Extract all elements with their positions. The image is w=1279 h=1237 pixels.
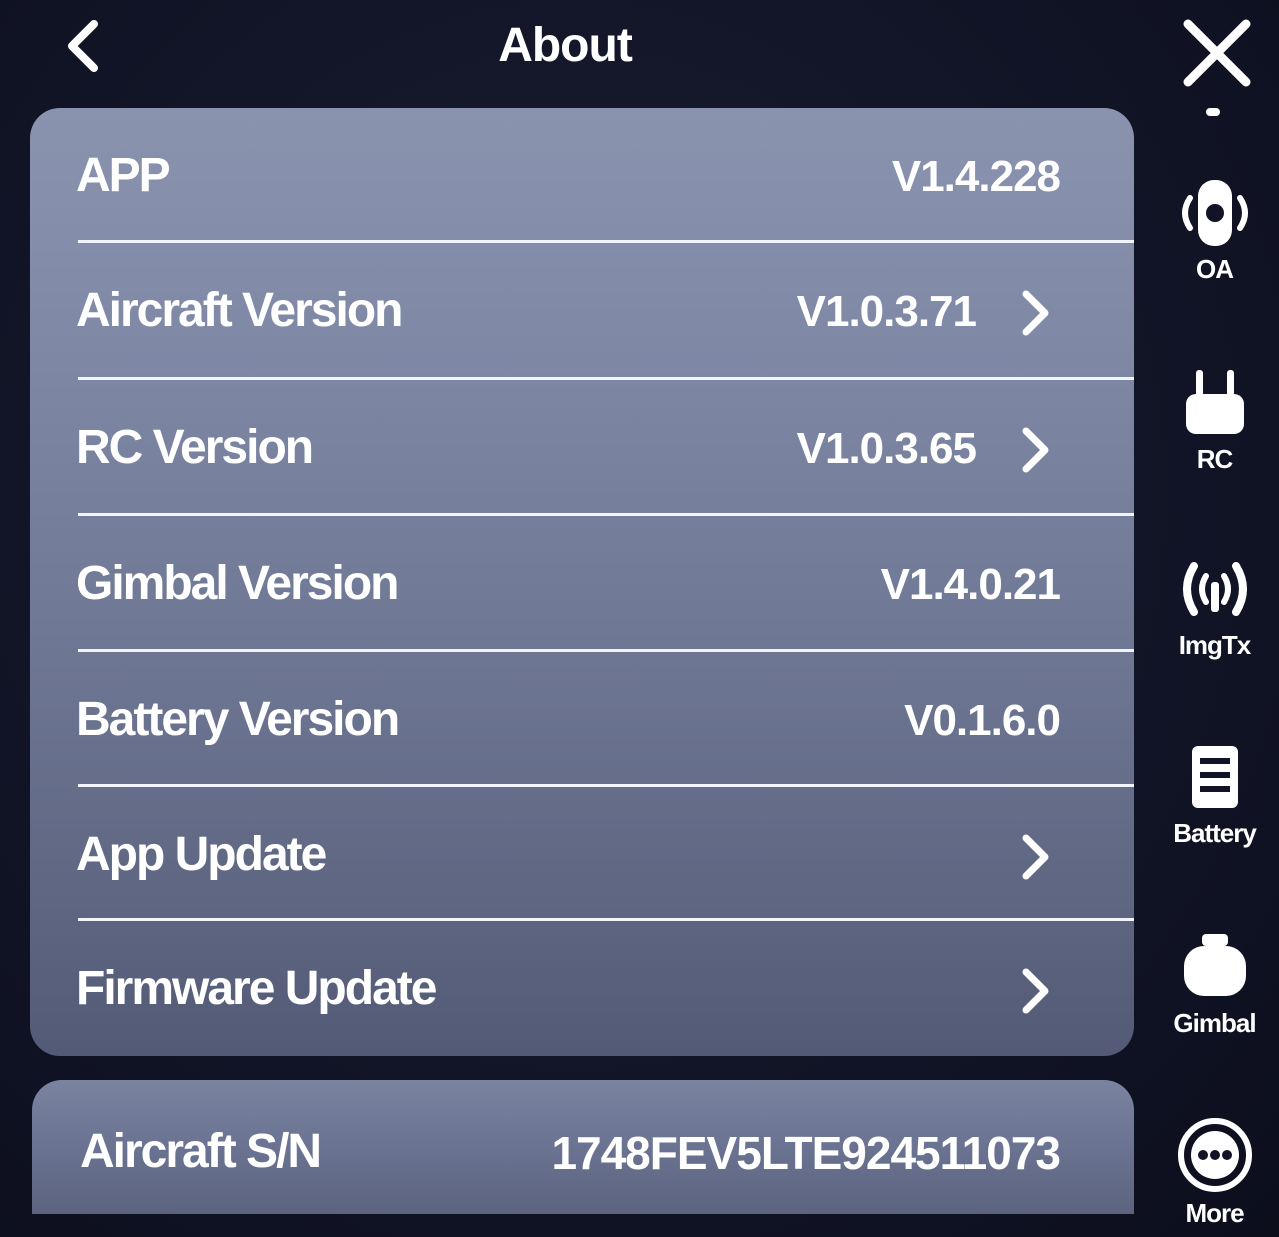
row-label: Firmware Update [76, 962, 437, 1015]
row-label: RC Version [76, 421, 314, 474]
oa-drone-icon [1181, 180, 1248, 246]
close-icon [1183, 19, 1251, 87]
serial-value: 1748FEV5LTE924511073 [551, 1127, 1061, 1179]
sidebar-item-more[interactable]: More [1150, 1116, 1279, 1229]
sidebar-item-label: RC [1196, 444, 1234, 474]
chevron-right-icon [1022, 968, 1049, 1014]
gimbal-version-row: Gimbal Version V1.4.0.21 [30, 516, 1134, 651]
gimbal-camera-icon [1183, 934, 1246, 996]
page-title: About [498, 19, 633, 72]
sidebar-item-gimbal[interactable]: Gimbal [1150, 930, 1279, 1039]
row-value: V0.1.6.0 [904, 696, 1061, 745]
sidebar-item-label: Gimbal [1173, 1008, 1256, 1038]
serial-label: Aircraft S/N [80, 1125, 322, 1178]
sidebar-item-label: Battery [1173, 818, 1257, 848]
sidebar-item-battery[interactable]: Battery [1150, 740, 1279, 849]
sidebar-item-label: ImgTx [1178, 630, 1252, 660]
sidebar-item-oa[interactable]: OA [1150, 176, 1279, 285]
row-label: Aircraft Version [76, 284, 403, 337]
row-label: APP [76, 149, 171, 202]
row-label: Gimbal Version [76, 557, 399, 610]
transmission-icon [1182, 562, 1247, 616]
chevron-right-icon [1022, 834, 1049, 880]
row-label: App Update [76, 828, 327, 881]
app-version-row: APP V1.4.228 [30, 108, 1134, 243]
aircraft-version-row[interactable]: Aircraft Version V1.0.3.71 [30, 243, 1134, 378]
indicator-dot [1206, 108, 1220, 116]
about-info-panel: APP V1.4.228 Aircraft Version V1.0.3.71 … [30, 108, 1134, 1056]
sidebar-item-label: More [1185, 1198, 1244, 1228]
about-screen: About APP V1.4.228 Aircraft Version V1.0… [0, 0, 1279, 1237]
row-value: V1.0.3.65 [796, 424, 977, 473]
row-value: V1.4.0.21 [880, 560, 1061, 609]
chevron-right-icon [1022, 290, 1049, 336]
sidebar-item-rc[interactable]: RC [1150, 366, 1279, 475]
aircraft-serial-panel: Aircraft S/N 1748FEV5LTE924511073 [32, 1080, 1134, 1214]
close-button[interactable] [1180, 16, 1254, 90]
row-value: V1.0.3.71 [796, 287, 977, 336]
sidebar-item-imgtx[interactable]: ImgTx [1150, 552, 1279, 661]
row-label: Battery Version [76, 693, 400, 746]
battery-version-row: Battery Version V0.1.6.0 [30, 652, 1134, 787]
header-bar: About [0, 0, 1150, 100]
app-update-row[interactable]: App Update [30, 787, 1134, 922]
settings-sidebar: OA RC ImgTx Battery Gimbal More [1150, 0, 1279, 1237]
remote-controller-icon [1185, 370, 1244, 434]
sidebar-item-label: OA [1196, 254, 1234, 284]
more-icon [1177, 1118, 1252, 1192]
chevron-right-icon [1022, 427, 1049, 473]
rc-version-row[interactable]: RC Version V1.0.3.65 [30, 380, 1134, 515]
firmware-update-row[interactable]: Firmware Update [30, 921, 1134, 1056]
row-value: V1.4.228 [891, 152, 1061, 201]
battery-icon [1191, 746, 1238, 808]
